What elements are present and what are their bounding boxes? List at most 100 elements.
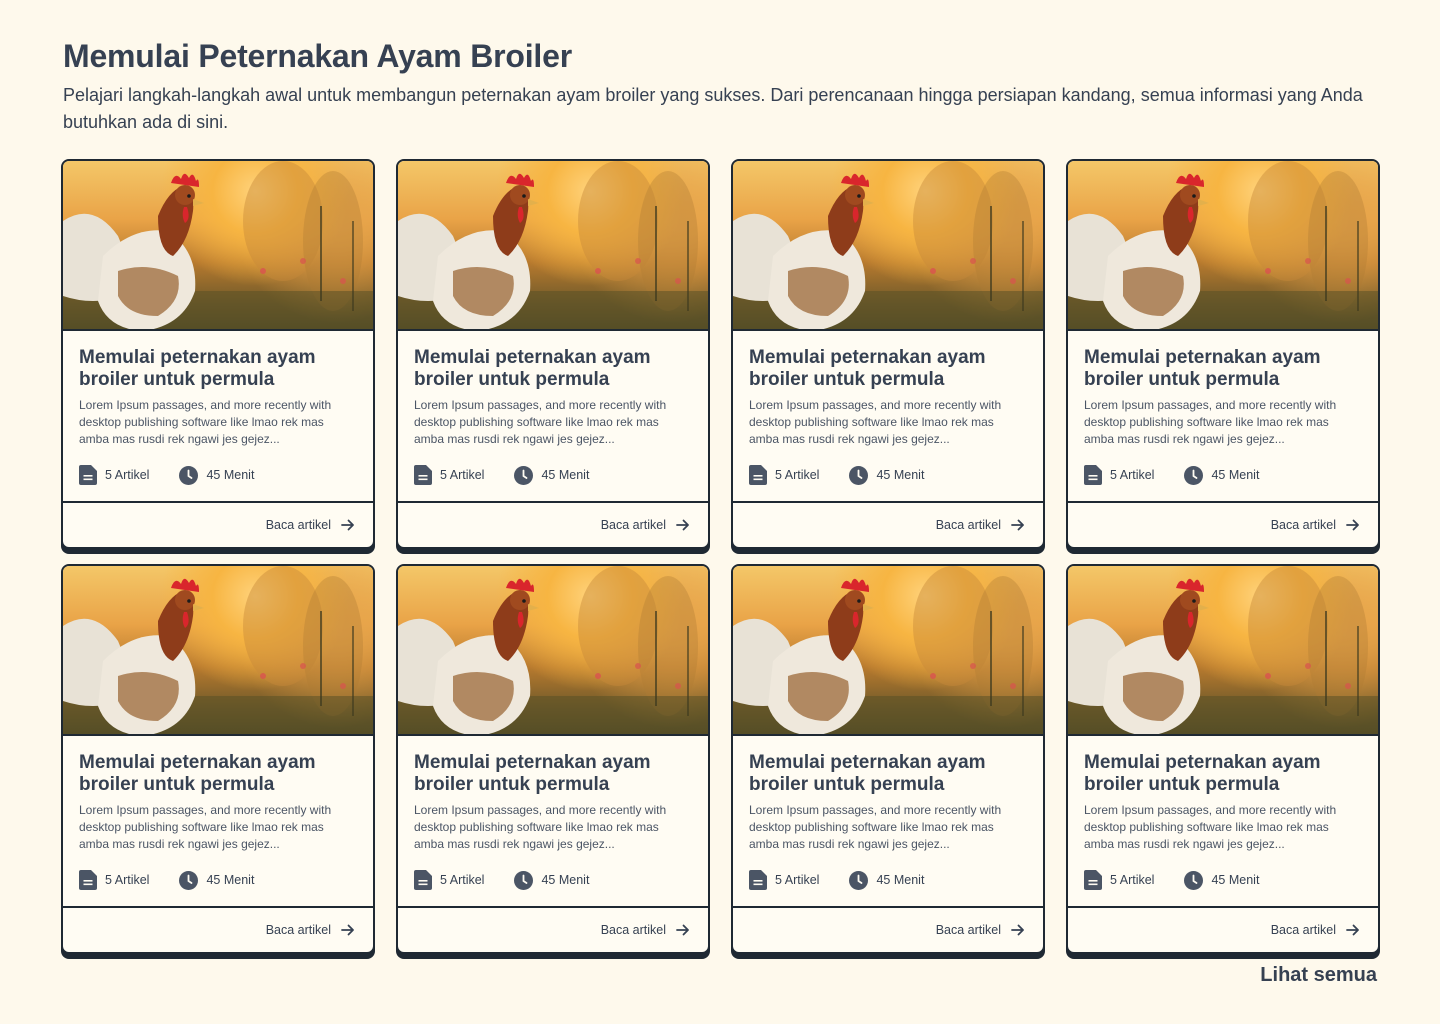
article-card[interactable]: Memulai peternakan ayam broiler untuk pe… — [61, 159, 375, 549]
see-all-link[interactable]: Lihat semua — [1260, 964, 1377, 987]
duration: 45 Menit — [1184, 465, 1260, 485]
rooster-image — [63, 161, 373, 331]
clock-icon — [849, 465, 869, 485]
read-article-label[interactable]: Baca artikel — [936, 923, 1001, 937]
card-title[interactable]: Memulai peternakan ayam broiler untuk pe… — [1084, 752, 1362, 796]
clock-icon — [179, 465, 199, 485]
article-card[interactable]: Memulai peternakan ayam broiler untuk pe… — [731, 564, 1045, 954]
article-count-label: 5 Artikel — [105, 468, 150, 482]
card-meta: 5 Artikel 45 Menit — [414, 465, 589, 485]
duration: 45 Menit — [849, 465, 925, 485]
duration-label: 45 Menit — [1211, 468, 1260, 482]
card-description: Lorem Ipsum passages, and more recently … — [414, 398, 667, 446]
article-card[interactable]: Memulai peternakan ayam broiler untuk pe… — [731, 159, 1045, 549]
rooster-image — [398, 161, 708, 331]
article-count: 5 Artikel — [414, 870, 484, 890]
rooster-image — [1068, 566, 1378, 736]
article-card[interactable]: Memulai peternakan ayam broiler untuk pe… — [1066, 564, 1380, 954]
card-description: Lorem Ipsum passages, and more recently … — [79, 803, 332, 851]
article-count: 5 Artikel — [749, 465, 819, 485]
article-count-label: 5 Artikel — [105, 873, 150, 887]
read-article-button[interactable]: Baca artikel — [63, 501, 373, 547]
page-header: Memulai Peternakan Ayam Broiler Pelajari… — [63, 38, 1383, 136]
card-meta: 5 Artikel 45 Menit — [1084, 870, 1259, 890]
duration-label: 45 Menit — [1211, 873, 1260, 887]
article-count: 5 Artikel — [1084, 870, 1154, 890]
duration-label: 45 Menit — [541, 873, 590, 887]
document-icon — [414, 465, 432, 485]
arrow-right-icon[interactable] — [1011, 924, 1025, 936]
read-article-label[interactable]: Baca artikel — [266, 518, 331, 532]
article-count: 5 Artikel — [79, 870, 149, 890]
read-article-button[interactable]: Baca artikel — [63, 906, 373, 952]
document-icon — [1084, 870, 1102, 890]
rooster-image — [733, 161, 1043, 331]
card-title[interactable]: Memulai peternakan ayam broiler untuk pe… — [749, 347, 1027, 391]
card-title[interactable]: Memulai peternakan ayam broiler untuk pe… — [79, 347, 357, 391]
rooster-image — [63, 566, 373, 736]
article-count-label: 5 Artikel — [440, 873, 485, 887]
read-article-label[interactable]: Baca artikel — [936, 518, 1001, 532]
duration: 45 Menit — [514, 465, 590, 485]
arrow-right-icon[interactable] — [341, 519, 355, 531]
clock-icon — [849, 870, 869, 890]
card-description: Lorem Ipsum passages, and more recently … — [1084, 803, 1337, 851]
document-icon — [749, 870, 767, 890]
arrow-right-icon[interactable] — [341, 924, 355, 936]
card-description: Lorem Ipsum passages, and more recently … — [749, 803, 1002, 851]
card-title[interactable]: Memulai peternakan ayam broiler untuk pe… — [414, 752, 692, 796]
duration-label: 45 Menit — [541, 468, 590, 482]
page: Memulai Peternakan Ayam Broiler Pelajari… — [0, 0, 1440, 1024]
read-article-button[interactable]: Baca artikel — [733, 906, 1043, 952]
rooster-image — [398, 566, 708, 736]
clock-icon — [179, 870, 199, 890]
duration: 45 Menit — [1184, 870, 1260, 890]
card-meta: 5 Artikel 45 Menit — [749, 870, 924, 890]
read-article-button[interactable]: Baca artikel — [398, 501, 708, 547]
card-title[interactable]: Memulai peternakan ayam broiler untuk pe… — [79, 752, 357, 796]
clock-icon — [1184, 465, 1204, 485]
article-count-label: 5 Artikel — [1110, 468, 1155, 482]
read-article-label[interactable]: Baca artikel — [1271, 518, 1336, 532]
arrow-right-icon[interactable] — [1011, 519, 1025, 531]
duration: 45 Menit — [179, 870, 255, 890]
card-meta: 5 Artikel 45 Menit — [79, 465, 254, 485]
card-title[interactable]: Memulai peternakan ayam broiler untuk pe… — [749, 752, 1027, 796]
arrow-right-icon[interactable] — [1346, 924, 1360, 936]
read-article-button[interactable]: Baca artikel — [1068, 906, 1378, 952]
read-article-label[interactable]: Baca artikel — [1271, 923, 1336, 937]
duration-label: 45 Menit — [876, 468, 925, 482]
read-article-label[interactable]: Baca artikel — [601, 923, 666, 937]
arrow-right-icon[interactable] — [676, 924, 690, 936]
read-article-label[interactable]: Baca artikel — [601, 518, 666, 532]
article-count-label: 5 Artikel — [440, 468, 485, 482]
card-title[interactable]: Memulai peternakan ayam broiler untuk pe… — [1084, 347, 1362, 391]
article-card[interactable]: Memulai peternakan ayam broiler untuk pe… — [1066, 159, 1380, 549]
page-subtitle: Pelajari langkah-langkah awal untuk memb… — [63, 85, 1363, 132]
article-card[interactable]: Memulai peternakan ayam broiler untuk pe… — [61, 564, 375, 954]
read-article-button[interactable]: Baca artikel — [733, 501, 1043, 547]
card-description: Lorem Ipsum passages, and more recently … — [749, 398, 1002, 446]
card-meta: 5 Artikel 45 Menit — [749, 465, 924, 485]
duration-label: 45 Menit — [876, 873, 925, 887]
article-card[interactable]: Memulai peternakan ayam broiler untuk pe… — [396, 564, 710, 954]
read-article-button[interactable]: Baca artikel — [1068, 501, 1378, 547]
card-title[interactable]: Memulai peternakan ayam broiler untuk pe… — [414, 347, 692, 391]
document-icon — [79, 465, 97, 485]
arrow-right-icon[interactable] — [676, 519, 690, 531]
article-count-label: 5 Artikel — [775, 468, 820, 482]
card-description: Lorem Ipsum passages, and more recently … — [79, 398, 332, 446]
rooster-image — [1068, 161, 1378, 331]
duration: 45 Menit — [179, 465, 254, 485]
document-icon — [414, 870, 432, 890]
arrow-right-icon[interactable] — [1346, 519, 1360, 531]
clock-icon — [514, 465, 534, 485]
read-article-label[interactable]: Baca artikel — [266, 923, 331, 937]
article-count-label: 5 Artikel — [775, 873, 820, 887]
read-article-button[interactable]: Baca artikel — [398, 906, 708, 952]
clock-icon — [514, 870, 534, 890]
clock-icon — [1184, 870, 1204, 890]
duration-label: 45 Menit — [206, 873, 255, 887]
article-count: 5 Artikel — [79, 465, 149, 485]
article-card[interactable]: Memulai peternakan ayam broiler untuk pe… — [396, 159, 710, 549]
